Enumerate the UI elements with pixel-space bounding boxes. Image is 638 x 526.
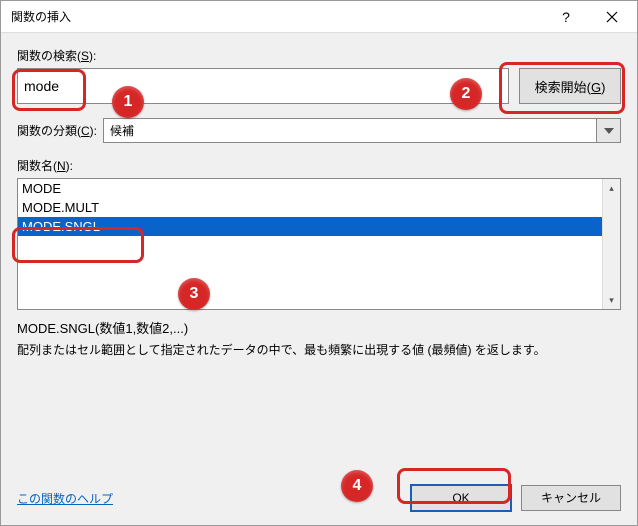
category-label-suffix: ): — [90, 124, 97, 138]
list-item[interactable]: MODE.MULT — [18, 198, 602, 217]
search-label-prefix: 関数の検索( — [17, 49, 81, 63]
search-start-button[interactable]: 検索開始(G) — [519, 68, 621, 104]
close-icon[interactable] — [589, 2, 635, 32]
insert-function-dialog: 関数の挿入 ? 関数の検索(S): 検索開始(G) 関数の分類(C): 候補 — [0, 0, 638, 526]
search-input[interactable] — [17, 68, 509, 104]
scroll-up-icon[interactable]: ▴ — [603, 179, 620, 197]
search-label: 関数の検索(S): — [17, 47, 621, 64]
help-icon[interactable]: ? — [543, 2, 589, 32]
chevron-down-icon[interactable] — [596, 119, 620, 142]
search-label-key: S — [81, 49, 89, 63]
dialog-title: 関数の挿入 — [11, 8, 543, 25]
function-syntax: MODE.SNGL(数値1,数値2,...) — [17, 318, 621, 337]
scroll-down-icon[interactable]: ▾ — [603, 291, 620, 309]
function-name-label: 関数名(N): — [17, 157, 621, 174]
dialog-footer: この関数のヘルプ OK キャンセル — [1, 475, 637, 525]
list-item[interactable]: MODE.SNGL — [18, 217, 602, 236]
function-label-prefix: 関数名( — [17, 159, 57, 173]
scrollbar[interactable]: ▴ ▾ — [602, 179, 620, 309]
category-select-value: 候補 — [104, 119, 596, 142]
ok-button[interactable]: OK — [411, 485, 511, 511]
category-select[interactable]: 候補 — [103, 118, 621, 143]
search-button-key: G — [591, 80, 601, 95]
function-listbox[interactable]: MODEMODE.MULTMODE.SNGL ▴ ▾ — [17, 178, 621, 310]
titlebar: 関数の挿入 ? — [1, 1, 637, 33]
function-description: 配列またはセル範囲として指定されたデータの中で、最も頻繁に出現する値 (最頻値)… — [17, 341, 621, 358]
cancel-button[interactable]: キャンセル — [521, 485, 621, 511]
search-button-prefix: 検索開始( — [535, 80, 591, 95]
search-label-suffix: ): — [89, 49, 96, 63]
function-help-link[interactable]: この関数のヘルプ — [17, 490, 113, 507]
search-button-suffix: ) — [601, 80, 605, 95]
category-label-prefix: 関数の分類( — [17, 124, 81, 138]
category-label: 関数の分類(C): — [17, 122, 97, 139]
list-item[interactable]: MODE — [18, 179, 602, 198]
function-label-suffix: ): — [66, 159, 73, 173]
dialog-content: 関数の検索(S): 検索開始(G) 関数の分類(C): 候補 関数名(N): M… — [1, 33, 637, 475]
function-label-key: N — [57, 159, 66, 173]
category-label-key: C — [81, 124, 90, 138]
